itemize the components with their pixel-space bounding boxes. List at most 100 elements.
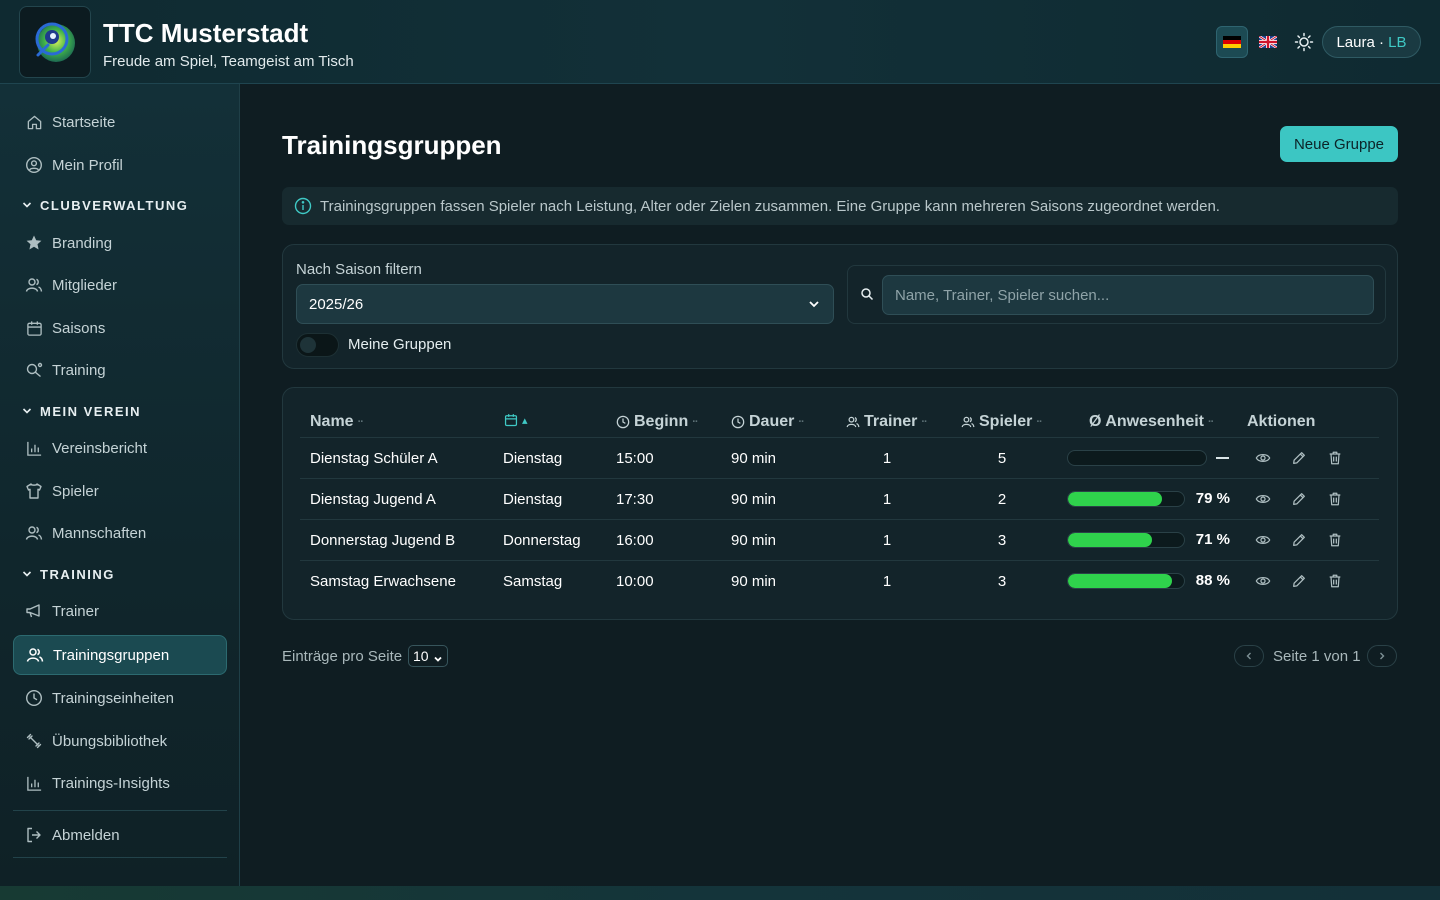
info-text: Trainingsgruppen fassen Spieler nach Lei… [320, 197, 1220, 215]
sidebar-item-label: Abmelden [52, 826, 120, 844]
column-header-trainer[interactable]: Trainer ·· [846, 413, 928, 431]
new-group-button[interactable]: Neue Gruppe [1280, 126, 1398, 162]
table-row[interactable]: Dienstag Jugend A Dienstag 17:30 90 min 1 2 79… [300, 479, 1379, 520]
clock-icon [616, 415, 630, 429]
per-page-select[interactable]: 10 [408, 645, 448, 667]
view-button[interactable] [1254, 449, 1272, 467]
sidebar-item-trainings-insights[interactable]: Trainings-Insights [13, 763, 227, 803]
bar-chart-icon [25, 439, 43, 457]
delete-button[interactable] [1326, 449, 1344, 467]
edit-button[interactable] [1290, 490, 1308, 508]
section-clubverwaltung[interactable]: CLUBVERWALTUNG [22, 198, 188, 213]
view-button[interactable] [1254, 490, 1272, 508]
user-circle-icon [25, 156, 43, 174]
my-groups-label: Meine Gruppen [348, 336, 452, 353]
delete-button[interactable] [1326, 572, 1344, 590]
sidebar-item-label: Mitglieder [52, 276, 118, 294]
group-player-count: 3 [997, 532, 1007, 549]
chevron-down-icon [433, 651, 443, 667]
group-day: Dienstag [503, 491, 563, 508]
trash-icon [1327, 491, 1343, 507]
sidebar-item-saisons[interactable]: Saisons [13, 308, 227, 348]
sidebar-item-startseite[interactable]: Startseite [13, 102, 227, 142]
sidebar-item-label: Trainer [52, 602, 99, 620]
group-player-count: 5 [997, 450, 1007, 467]
user-menu-button[interactable]: Laura · LB [1322, 26, 1421, 58]
group-trainer-count: 1 [882, 450, 892, 467]
delete-button[interactable] [1326, 490, 1344, 508]
delete-button[interactable] [1326, 531, 1344, 549]
sidebar-item-label: Vereinsbericht [52, 439, 148, 457]
sidebar-item-label: Trainingsgruppen [53, 646, 170, 664]
sidebar-item-trainer[interactable]: Trainer [13, 591, 227, 631]
column-header-begin[interactable]: Beginn ·· [616, 413, 699, 431]
my-groups-toggle[interactable] [296, 333, 339, 357]
users-icon [25, 276, 43, 294]
sidebar-item-spieler[interactable]: Spieler [13, 471, 227, 511]
column-header-name[interactable]: Name ·· [310, 413, 364, 431]
chevron-down-icon [807, 297, 821, 315]
filter-card: Nach Saison filtern 2025/26 Meine Gruppe… [282, 244, 1398, 369]
theme-toggle-button[interactable] [1290, 28, 1318, 56]
column-label: Spieler [979, 413, 1033, 430]
sidebar-item-label: Trainings-Insights [52, 774, 170, 792]
info-icon [294, 197, 312, 215]
edit-button[interactable] [1290, 572, 1308, 590]
section-mein-verein[interactable]: MEIN VEREIN [22, 404, 141, 419]
column-header-players[interactable]: Spieler ·· [961, 413, 1043, 431]
table-row[interactable]: Donnerstag Jugend B Donnerstag 16:00 90 min… [300, 520, 1379, 561]
english-flag-button[interactable] [1252, 26, 1284, 58]
pencil-icon [1291, 450, 1307, 466]
table-row[interactable]: Samstag Erwachsene Samstag 10:00 90 min 1 3 88… [300, 561, 1379, 602]
sidebar-item-training[interactable]: Training [13, 350, 227, 390]
uk-flag-icon [1259, 36, 1277, 48]
eye-icon [1255, 573, 1271, 589]
sidebar-item-abmelden[interactable]: Abmelden [13, 815, 227, 855]
club-logo[interactable] [19, 6, 91, 78]
search-input[interactable] [882, 275, 1374, 315]
chevron-down-icon [22, 404, 32, 419]
shirt-icon [25, 482, 43, 500]
sidebar-item-profil[interactable]: Mein Profil [13, 145, 227, 185]
group-begin: 17:30 [616, 491, 654, 508]
group-name: Donnerstag Jugend B [310, 532, 456, 549]
pencil-icon [1291, 491, 1307, 507]
club-slogan: Freude am Spiel, Teamgeist am Tisch [103, 53, 354, 70]
sidebar-item-trainingseinheiten[interactable]: Trainingseinheiten [13, 678, 227, 718]
page-title: Trainingsgruppen [282, 130, 502, 160]
column-header-day[interactable]: ▴ [504, 413, 527, 427]
table-row[interactable]: Dienstag Schüler A Dienstag 15:00 90 min 1 5 [300, 438, 1379, 479]
sidebar-item-branding[interactable]: Branding [13, 223, 227, 263]
edit-button[interactable] [1290, 531, 1308, 549]
group-name: Dienstag Schüler A [310, 450, 438, 467]
section-label: MEIN VEREIN [40, 404, 142, 419]
sidebar-item-mitglieder[interactable]: Mitglieder [13, 265, 227, 305]
view-button[interactable] [1254, 572, 1272, 590]
view-button[interactable] [1254, 531, 1272, 549]
sidebar-item-mannschaften[interactable]: Mannschaften [13, 513, 227, 553]
previous-page-button[interactable] [1234, 645, 1264, 667]
column-header-duration[interactable]: Dauer ·· [731, 413, 805, 431]
group-player-count: 3 [997, 573, 1007, 590]
sort-icon: ·· [921, 416, 927, 428]
column-header-attendance[interactable]: Ø Anwesenheit ·· [1089, 413, 1214, 431]
attendance-percent: 88 % [1195, 572, 1230, 589]
sidebar-divider [13, 810, 227, 811]
edit-button[interactable] [1290, 449, 1308, 467]
group-trainer-count: 1 [882, 532, 892, 549]
sort-icon: ·· [692, 416, 698, 428]
german-flag-button[interactable] [1216, 26, 1248, 58]
group-day: Donnerstag [503, 532, 581, 549]
sidebar-item-vereinsbericht[interactable]: Vereinsbericht [13, 428, 227, 468]
next-page-button[interactable] [1367, 645, 1397, 667]
attendance-bar [1067, 532, 1185, 548]
sidebar-item-uebungsbibliothek[interactable]: Übungsbibliothek [13, 721, 227, 761]
sidebar-item-trainingsgruppen[interactable]: Trainingsgruppen [13, 635, 227, 675]
pencil-icon [1291, 532, 1307, 548]
sort-ascending-icon: ▴ [522, 414, 527, 427]
season-select[interactable]: 2025/26 [296, 284, 834, 324]
column-label: Name [310, 413, 354, 430]
megaphone-icon [25, 602, 43, 620]
section-training[interactable]: TRAINING [22, 567, 115, 582]
info-banner: Trainingsgruppen fassen Spieler nach Lei… [282, 187, 1398, 225]
